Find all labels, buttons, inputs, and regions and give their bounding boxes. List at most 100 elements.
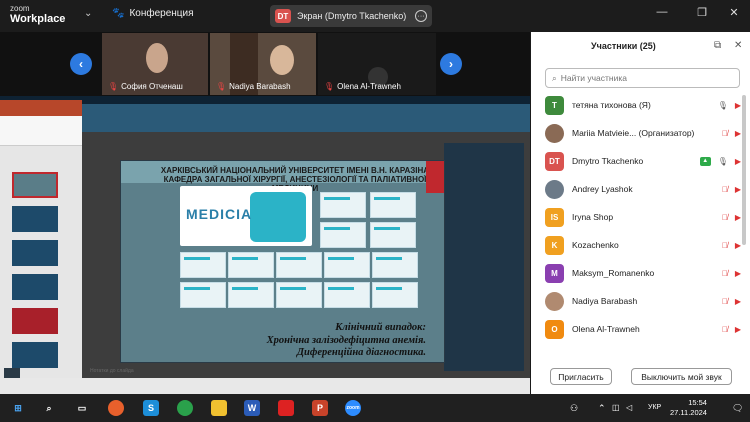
participant-face (146, 43, 168, 73)
word-icon[interactable]: W (244, 400, 260, 416)
participant-status: 🎙̸ ▶ (722, 129, 741, 138)
participant-face (270, 45, 294, 75)
popout-icon[interactable]: ⧉ (714, 40, 721, 51)
camera-off-icon: ▶ (734, 212, 741, 222)
ppt-side-pane (444, 143, 524, 371)
camera-off-icon: ▶ (734, 240, 741, 250)
volume-icon[interactable]: ◁ (626, 403, 632, 412)
participant-status: 🎙 ▶ (718, 101, 741, 110)
participant-status: 🎙̸ ▶ (722, 185, 741, 194)
participant-row[interactable]: O Olena Al-Trawneh 🎙̸ ▶ (545, 319, 741, 339)
chrome-icon[interactable] (177, 400, 193, 416)
ppt-toolbar (0, 116, 82, 146)
slide-thumbnails (0, 146, 82, 378)
camera-off-icon: ▶ (734, 156, 741, 166)
clock[interactable]: 15:54 27.11.2024 (670, 398, 707, 418)
participant-row[interactable]: DT Dmytro Tkachenko ▲ 🎙 ▶ (545, 151, 741, 171)
people-icon[interactable]: ⚇ (570, 403, 578, 414)
participant-status: 🎙̸ ▶ (722, 213, 741, 222)
participant-status: 🎙̸ ▶ (722, 297, 741, 306)
tile-name: Nadiya Barabash (229, 82, 291, 91)
tray-chevron-icon[interactable]: ⌃ (598, 403, 606, 414)
participant-name: Olena Al-Trawneh (572, 324, 640, 334)
mic-muted-icon: 🎙̸ (721, 212, 728, 222)
participant-row[interactable]: Mariia Matvieie... (Организатор) 🎙̸ ▶ (545, 123, 741, 143)
slide-red-block (426, 161, 444, 193)
mic-muted-icon: 🎙̸ (721, 128, 728, 138)
camera-off-icon: ▶ (734, 100, 741, 110)
participant-status: ▲ 🎙 ▶ (699, 156, 741, 166)
zoom-icon[interactable]: zoom (345, 400, 361, 416)
paw-icon: 🐾 (112, 8, 125, 19)
participant-row[interactable]: M Maksym_Romanenko 🎙̸ ▶ (545, 263, 741, 283)
skype-icon[interactable]: S (143, 400, 159, 416)
participant-row[interactable]: IS Iryna Shop 🎙̸ ▶ (545, 207, 741, 227)
search-icon[interactable]: ⌕ (41, 400, 57, 416)
mic-muted-icon: 🎙̸ (721, 184, 728, 194)
close-icon[interactable]: ✕ (724, 6, 744, 19)
network-icon[interactable]: ◫ (612, 403, 620, 412)
mic-muted-icon: 🎙 (108, 82, 119, 91)
participant-row[interactable]: Andrey Lyashok 🎙̸ ▶ (545, 179, 741, 199)
invite-button[interactable]: Пригласить (550, 368, 612, 385)
powerpoint-icon[interactable]: P (312, 400, 328, 416)
ppt-title-bar (0, 100, 82, 116)
video-tile[interactable]: 🎙 София Отченаш (102, 33, 208, 95)
screen-share-icon: ▲ (699, 156, 711, 166)
time: 15:54 (688, 398, 707, 407)
participant-row[interactable]: Ттетяна тихонова (Я) 🎙 ▶ (545, 95, 741, 115)
close-panel-icon[interactable]: ✕ (734, 40, 742, 51)
tile-name: София Отченаш (121, 82, 183, 91)
video-tile[interactable]: 🎙 Olena Al-Trawneh (318, 33, 436, 95)
mic-muted-icon: 🎙̸ (721, 296, 728, 306)
participant-row[interactable]: K Kozachenko 🎙̸ ▶ (545, 235, 741, 255)
notifications-icon[interactable]: 🗨 (732, 403, 743, 414)
conference-menu[interactable]: 🐾 Конференция (112, 8, 194, 19)
slide-thumb[interactable] (12, 240, 58, 266)
mute-self-button[interactable]: Выключить мой звук (631, 368, 732, 385)
medicia-brand: MEDICIA (186, 206, 253, 222)
slide-line3: Диференційна діагностика. (296, 347, 426, 358)
mic-icon: 🎙 (717, 156, 728, 166)
slide-thumb[interactable] (12, 308, 58, 334)
participant-search[interactable]: ⌕ (545, 68, 740, 88)
tile-name: Olena Al-Trawneh (337, 82, 401, 91)
screen-share-pill[interactable]: DT Экран (Dmytro Tkachenko) ··· (270, 5, 432, 27)
video-tile[interactable]: 🎙 Nadiya Barabash (210, 33, 316, 95)
task-view-icon[interactable]: ▭ (74, 400, 90, 416)
acrobat-icon[interactable] (278, 400, 294, 416)
search-icon: ⌕ (552, 72, 557, 83)
explorer-icon[interactable] (211, 400, 227, 416)
next-icon[interactable]: › (440, 53, 462, 75)
camera-off-icon: ▶ (734, 324, 741, 334)
slide-thumb[interactable] (12, 172, 58, 198)
avatar: O (545, 319, 564, 339)
minimize-icon[interactable]: — (652, 6, 672, 18)
participant-name: тетяна тихонова (Я) (572, 100, 651, 110)
participant-row[interactable]: Nadiya Barabash 🎙̸ ▶ (545, 291, 741, 311)
slide-thumb[interactable] (12, 342, 58, 368)
search-input[interactable] (560, 73, 721, 83)
panel-title: Участники (25) (591, 41, 656, 51)
avatar: K (545, 235, 564, 255)
notes-label: Нотатки до слайда (90, 368, 134, 374)
slide-line1: Клінічний випадок: (335, 322, 426, 333)
more-icon[interactable]: ··· (415, 10, 427, 22)
camera-off-icon: ▶ (734, 128, 741, 138)
scrollbar[interactable] (742, 95, 746, 245)
camera-off-icon: ▶ (734, 268, 741, 278)
participant-name: Andrey Lyashok (572, 184, 633, 194)
avatar: Т (545, 95, 564, 115)
windows-start-icon[interactable]: ⊞ (10, 400, 26, 416)
firefox-icon[interactable] (108, 400, 124, 416)
avatar: IS (545, 207, 564, 227)
restore-icon[interactable]: ❐ (692, 6, 712, 19)
language-indicator[interactable]: УКР (648, 404, 661, 411)
slide-thumb[interactable] (12, 274, 58, 300)
prev-icon[interactable]: ‹ (70, 53, 92, 75)
mic-muted-icon: 🎙 (216, 82, 227, 91)
slide-thumb[interactable] (12, 206, 58, 232)
mic-muted-icon: 🎙̸ (721, 324, 728, 334)
chevron-down-icon[interactable]: ⌄ (84, 8, 92, 19)
participant-name: Iryna Shop (572, 212, 614, 222)
